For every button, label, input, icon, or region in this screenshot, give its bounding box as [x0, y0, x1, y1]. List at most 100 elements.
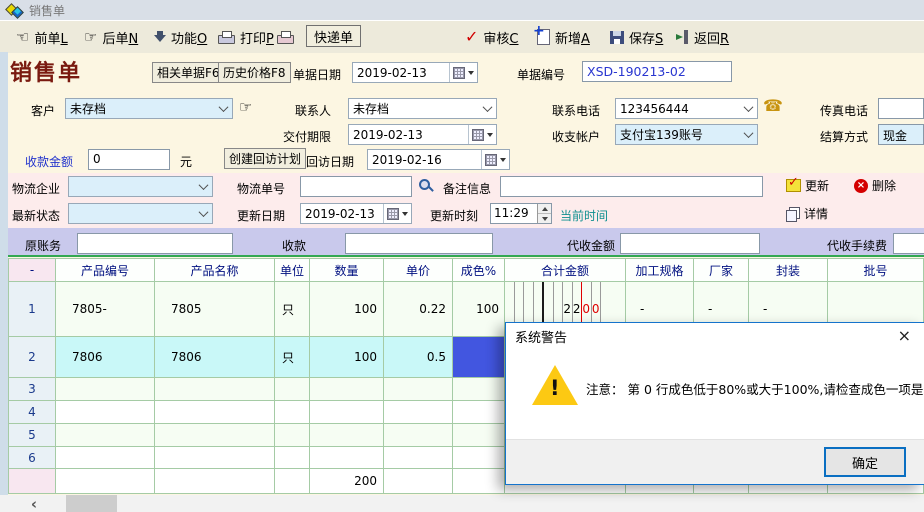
table-cell[interactable] [384, 378, 453, 401]
table-cell[interactable] [453, 378, 505, 401]
table-cell[interactable] [56, 424, 155, 447]
table-cell[interactable] [453, 447, 505, 469]
search-icon[interactable] [419, 179, 433, 193]
column-header[interactable]: 合计金额 [505, 259, 626, 282]
calendar-icon[interactable] [383, 204, 411, 223]
doc-date-picker[interactable]: 2019-02-13 [352, 62, 478, 83]
table-cell[interactable]: 0.5 [384, 337, 453, 378]
column-header[interactable]: 封装 [749, 259, 828, 282]
waybill-input[interactable] [300, 176, 412, 197]
table-cell[interactable] [453, 401, 505, 424]
table-cell[interactable]: 0.22 [384, 282, 453, 337]
table-cell[interactable]: 100 [310, 282, 384, 337]
column-header[interactable]: 厂家 [694, 259, 749, 282]
table-cell[interactable] [384, 424, 453, 447]
save-button[interactable]: 保存S [610, 26, 663, 48]
remark-input[interactable] [500, 176, 763, 197]
table-cell[interactable]: 7806 [56, 337, 155, 378]
scrollbar-thumb[interactable] [66, 495, 117, 512]
ok-button[interactable]: 确定 [824, 447, 906, 477]
doc-no-input[interactable]: XSD-190213-02 [582, 61, 732, 82]
logistics-combobox[interactable] [68, 176, 213, 197]
audit-button[interactable]: ✓ 审核C [465, 26, 519, 48]
next-order-button[interactable]: ☞ 后单N [84, 26, 138, 48]
table-cell[interactable] [56, 401, 155, 424]
print-preview-button[interactable] [277, 26, 294, 48]
scroll-left-arrow-icon[interactable]: ‹ [24, 495, 44, 512]
agent-fee-input[interactable] [893, 233, 924, 254]
visit-date-picker[interactable]: 2019-02-16 [367, 149, 510, 170]
column-header[interactable]: 单价 [384, 259, 453, 282]
table-cell[interactable] [310, 378, 384, 401]
table-cell[interactable]: 7806 [155, 337, 275, 378]
functions-button[interactable]: 功能O [154, 26, 207, 48]
table-cell[interactable] [56, 447, 155, 469]
table-cell[interactable] [384, 447, 453, 469]
table-cell[interactable] [384, 401, 453, 424]
row-number-cell[interactable]: 2 [9, 337, 56, 378]
detail-button[interactable]: 详情 [786, 205, 828, 222]
status-combobox[interactable] [68, 203, 213, 224]
table-cell[interactable] [275, 424, 310, 447]
calendar-icon[interactable] [481, 150, 509, 169]
print-button[interactable]: 打印P [218, 26, 274, 48]
table-cell[interactable] [155, 447, 275, 469]
row-number-cell[interactable]: 1 [9, 282, 56, 337]
received-amount-input[interactable]: 0 [88, 149, 170, 170]
create-visit-plan-button[interactable]: 创建回访计划 [224, 148, 306, 169]
row-number-cell[interactable]: 6 [9, 447, 56, 469]
close-icon[interactable]: × [898, 326, 911, 345]
update-date-picker[interactable]: 2019-02-13 [300, 203, 412, 224]
table-cell[interactable] [155, 378, 275, 401]
table-cell[interactable]: 7805 [155, 282, 275, 337]
history-price-button[interactable]: 历史价格F8 [218, 62, 291, 83]
table-cell[interactable] [155, 401, 275, 424]
prev-order-button[interactable]: ☜ 前单L [16, 26, 68, 48]
table-cell[interactable] [310, 424, 384, 447]
customer-combobox[interactable]: 未存档 [65, 98, 233, 119]
table-cell[interactable]: 只 [275, 337, 310, 378]
phone-combobox[interactable]: 123456444 [615, 98, 758, 119]
settle-method-input[interactable]: 现金 [878, 124, 924, 145]
table-cell[interactable] [310, 447, 384, 469]
update-time-spinner[interactable]: 11:29 [490, 203, 552, 224]
table-cell[interactable] [310, 401, 384, 424]
table-cell[interactable]: 100 [310, 337, 384, 378]
calendar-icon[interactable] [449, 63, 477, 82]
column-header[interactable]: 产品名称 [155, 259, 275, 282]
delete-button[interactable]: × 删除 [854, 177, 896, 194]
table-cell[interactable] [155, 424, 275, 447]
express-order-button[interactable]: 快递单 [306, 25, 361, 47]
add-new-button[interactable]: 新增A [537, 26, 590, 48]
calendar-icon[interactable] [468, 125, 496, 144]
table-cell[interactable]: 7805- [56, 282, 155, 337]
update-button[interactable]: ✓ 更新 [786, 177, 829, 194]
column-header[interactable]: 数量 [310, 259, 384, 282]
column-header[interactable]: 单位 [275, 259, 310, 282]
table-cell[interactable] [275, 378, 310, 401]
column-header[interactable]: 批号 [828, 259, 924, 282]
horizontal-scrollbar[interactable]: ‹ [0, 495, 924, 512]
table-cell[interactable] [275, 401, 310, 424]
column-header[interactable]: - [9, 259, 56, 282]
column-header[interactable]: 成色% [453, 259, 505, 282]
table-cell[interactable]: 100 [453, 282, 505, 337]
table-cell[interactable] [453, 337, 505, 378]
old-account-input[interactable] [77, 233, 233, 254]
current-time-link[interactable]: 当前时间 [560, 207, 608, 224]
row-number-cell[interactable]: 5 [9, 424, 56, 447]
contact-combobox[interactable]: 未存档 [348, 98, 497, 119]
account-combobox[interactable]: 支付宝139账号 [615, 124, 758, 145]
fax-input[interactable] [878, 98, 924, 119]
customer-lookup-hand-icon[interactable]: ☞ [239, 100, 252, 115]
collect-input[interactable] [345, 233, 493, 254]
table-cell[interactable] [56, 378, 155, 401]
table-cell[interactable] [275, 447, 310, 469]
phone-icon[interactable]: ☎ [763, 98, 783, 114]
spinner-buttons[interactable] [537, 204, 551, 223]
table-cell[interactable]: 只 [275, 282, 310, 337]
deadline-date-picker[interactable]: 2019-02-13 [348, 124, 497, 145]
row-number-cell[interactable]: 4 [9, 401, 56, 424]
return-button[interactable]: 返回R [676, 26, 729, 48]
row-number-cell[interactable]: 3 [9, 378, 56, 401]
